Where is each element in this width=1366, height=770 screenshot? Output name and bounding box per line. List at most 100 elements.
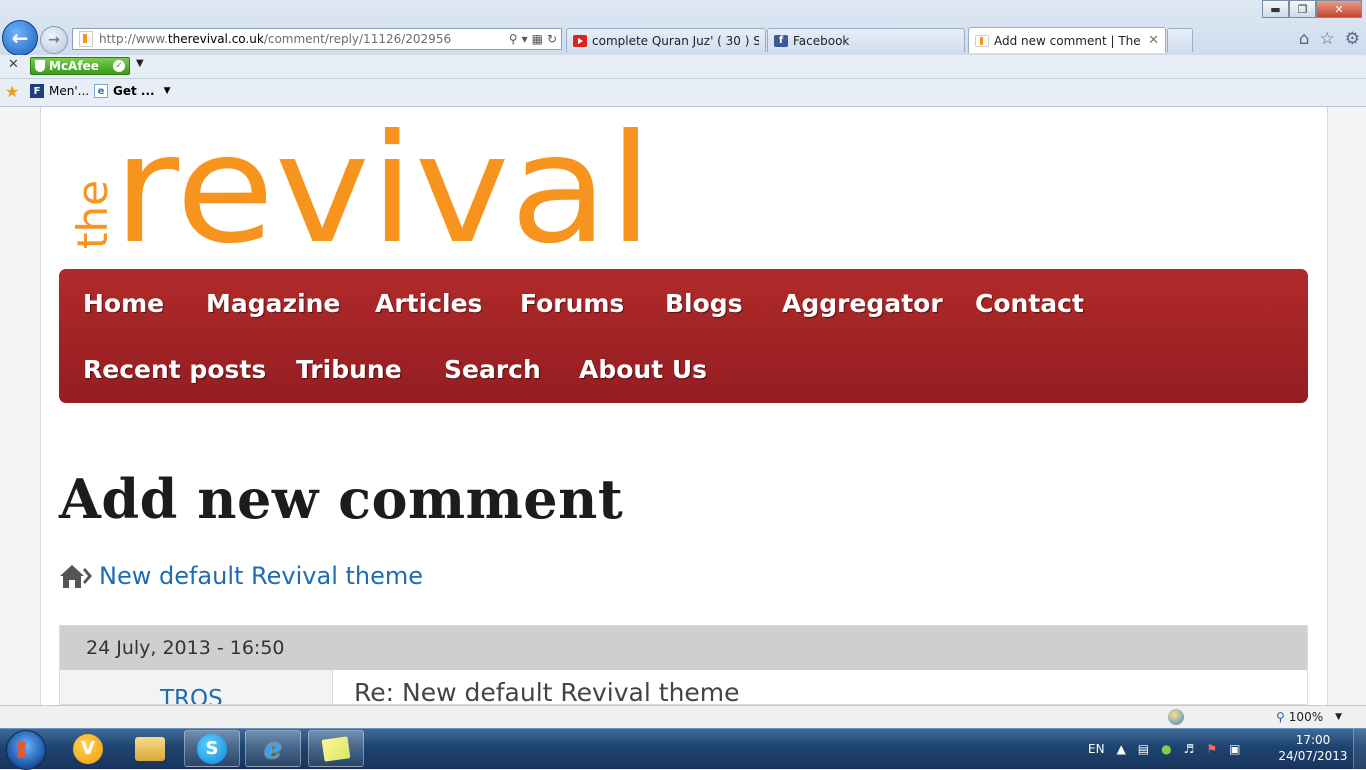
ie-page-icon: e [94,84,108,98]
compatibility-view-icon[interactable]: ▦ [532,32,543,46]
youtube-icon [573,34,587,47]
action-center-flag-icon[interactable]: ⚑ [1206,742,1217,756]
close-icon: ✕ [1334,2,1344,16]
favorite-label: Men'... [49,84,90,98]
url-prefix: http://www. [99,32,168,46]
page-viewport: the revival Home Magazine Articles Forum… [0,107,1366,705]
refresh-icon[interactable]: ↻ [547,32,557,46]
sticky-notes-icon [321,735,351,762]
folder-icon [135,736,165,761]
chevron-down-icon[interactable]: ▼ [136,58,144,69]
zoom-control[interactable]: ⚲ 100% ▼ [1276,710,1342,724]
arrow-left-icon: ← [11,26,29,50]
gear-icon[interactable]: ⚙ [1345,29,1360,49]
arrow-right-icon: → [48,32,60,48]
power-icon[interactable]: ▣ [1229,742,1240,756]
new-tab-button[interactable] [1167,28,1193,52]
tab-facebook[interactable]: f Facebook [767,28,965,52]
favorites-bar: ★ F Men'... e Get ... ▼ [0,79,1366,107]
taskbar-skype[interactable]: S [184,730,240,767]
dropdown-arrow-icon[interactable]: ▾ [522,32,528,46]
add-favorite-star-icon[interactable]: ★ [5,82,19,101]
address-url[interactable]: http://www.therevival.co.uk/comment/repl… [99,32,509,46]
shield-icon [35,60,45,72]
nav-magazine[interactable]: Magazine [206,289,340,318]
url-domain: therevival.co.uk [167,32,264,46]
mcafee-button[interactable]: McAfee ✓ [30,57,130,75]
check-icon: ✓ [113,60,125,72]
nav-about-us[interactable]: About Us [579,355,707,384]
show-hidden-icons-icon[interactable]: ▲ [1117,742,1126,756]
tab-label: complete Quran Juz' ( 30 ) Shai... [592,33,759,48]
minimize-icon: ▬ [1270,2,1281,16]
comment-date-header: 24 July, 2013 - 16:50 [60,626,1307,670]
revival-favicon [79,31,93,47]
clock-date: 24/07/2013 [1278,749,1348,763]
comment-author-link[interactable]: TROS [160,686,223,704]
nav-recent-posts[interactable]: Recent posts [83,355,266,384]
nav-blogs[interactable]: Blogs [665,289,743,318]
language-indicator[interactable]: EN [1088,742,1105,756]
internet-zone-icon[interactable] [1168,709,1184,725]
comment-author-column: TROS [60,670,333,704]
close-toolbar-icon[interactable]: ✕ [8,57,19,72]
start-button[interactable] [6,730,46,770]
logo-the: the [68,180,117,249]
close-tab-icon[interactable]: ✕ [1148,33,1159,48]
security-shield-icon[interactable]: ● [1161,742,1171,756]
comment-preview: 24 July, 2013 - 16:50 TROS Re: New defau… [59,625,1308,705]
window-controls: ▬ ❐ ✕ [1262,0,1362,18]
nav-tribune[interactable]: Tribune [296,355,402,384]
home-icon[interactable] [59,563,93,589]
maximize-button[interactable]: ❐ [1289,0,1316,18]
tab-youtube[interactable]: complete Quran Juz' ( 30 ) Shai... [566,28,766,52]
nav-contact[interactable]: Contact [975,289,1084,318]
tab-add-new-comment[interactable]: Add new comment | The Re... ✕ [968,27,1166,53]
mcafee-label: McAfee [49,59,99,73]
network-icon[interactable]: ▤ [1138,742,1149,756]
site-logo[interactable]: the revival [61,113,661,253]
back-button[interactable]: ← [2,20,38,56]
taskbar-app-v[interactable]: V [60,730,116,767]
taskbar-internet-explorer[interactable]: e [245,730,301,767]
volume-icon[interactable]: ♬ [1184,742,1195,756]
forward-button[interactable]: → [40,26,68,54]
show-desktop-button[interactable] [1353,729,1366,769]
nav-search[interactable]: Search [444,355,541,384]
nav-aggregator[interactable]: Aggregator [782,289,943,318]
favorite-item-get[interactable]: e Get ... ▼ [94,84,171,98]
search-icon[interactable]: ⚲ [509,32,518,46]
taskbar-explorer[interactable] [122,730,178,767]
clock-time: 17:00 [1295,733,1331,747]
tab-label: Add new comment | The Re... [994,33,1142,48]
taskbar-sticky-notes[interactable] [308,730,364,767]
chevron-down-icon: ▼ [1335,712,1343,722]
favorite-item-men[interactable]: F Men'... [30,84,89,98]
breadcrumb: New default Revival theme [59,562,423,590]
nav-articles[interactable]: Articles [375,289,482,318]
mcafee-toolbar: ✕ McAfee ✓ ▼ [0,55,1366,79]
favorites-star-icon[interactable]: ☆ [1320,29,1335,49]
zoom-icon: ⚲ [1276,710,1285,724]
taskbar-clock[interactable]: 17:00 24/07/2013 [1278,732,1348,764]
minimize-button[interactable]: ▬ [1262,0,1289,18]
skype-icon: S [197,733,227,764]
status-bar: ⚲ 100% ▼ [0,705,1366,728]
home-icon[interactable]: ⌂ [1299,29,1310,49]
page-title: Add new comment [59,467,624,531]
close-window-button[interactable]: ✕ [1316,0,1362,18]
favorite-label: Get ... [113,84,155,98]
chevron-down-icon[interactable]: ▼ [164,86,171,96]
nav-home[interactable]: Home [83,289,164,318]
system-tray: EN ▲ ▤ ● ♬ ⚑ ▣ [1088,729,1241,769]
favorite-site-icon: F [30,84,44,98]
comment-date: 24 July, 2013 - 16:50 [86,637,285,659]
zoom-value: 100% [1288,710,1324,724]
facebook-icon: f [774,34,788,47]
breadcrumb-link[interactable]: New default Revival theme [99,562,423,590]
page-container: the revival Home Magazine Articles Forum… [40,107,1328,705]
v-app-icon: V [73,733,103,764]
nav-forums[interactable]: Forums [520,289,624,318]
address-tools: ⚲ ▾ ▦ ↻ [509,32,561,46]
address-bar[interactable]: http://www.therevival.co.uk/comment/repl… [72,28,562,50]
